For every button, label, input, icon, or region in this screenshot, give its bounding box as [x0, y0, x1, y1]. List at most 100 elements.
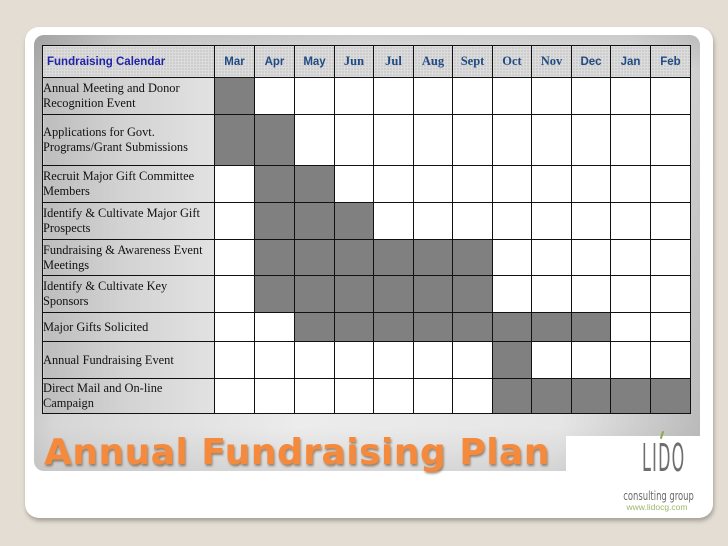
scheduled-cell — [254, 275, 295, 313]
empty-cell — [610, 312, 651, 342]
header-row: Fundraising Calendar Mar Apr May Jun Jul… — [42, 45, 691, 78]
empty-cell — [452, 378, 493, 414]
fundraising-calendar-table: Fundraising Calendar Mar Apr May Jun Jul… — [42, 45, 691, 414]
empty-cell — [294, 341, 335, 379]
empty-cell — [334, 77, 374, 115]
scheduled-cell — [492, 378, 532, 414]
empty-cell — [571, 202, 611, 240]
empty-cell — [650, 239, 691, 276]
month-header: Feb — [650, 45, 691, 78]
scheduled-cell — [452, 312, 493, 342]
scheduled-cell — [294, 275, 335, 313]
empty-cell — [610, 239, 651, 276]
scheduled-cell — [492, 312, 532, 342]
month-header: Mar — [214, 45, 255, 78]
scheduled-cell — [452, 239, 493, 276]
empty-cell — [650, 165, 691, 203]
empty-cell — [452, 202, 493, 240]
empty-cell — [214, 341, 255, 379]
logo-url: www.lidocg.com — [626, 502, 688, 512]
scheduled-cell — [531, 312, 572, 342]
month-header: Dec — [571, 45, 611, 78]
empty-cell — [334, 378, 374, 414]
empty-cell — [452, 77, 493, 115]
empty-cell — [610, 165, 651, 203]
month-header: Apr — [254, 45, 295, 78]
empty-cell — [373, 202, 414, 240]
scheduled-cell — [571, 378, 611, 414]
corner-header: Fundraising Calendar — [42, 45, 215, 78]
empty-cell — [452, 341, 493, 379]
scheduled-cell — [413, 239, 453, 276]
scheduled-cell — [413, 312, 453, 342]
scheduled-cell — [254, 239, 295, 276]
empty-cell — [452, 165, 493, 203]
empty-cell — [334, 165, 374, 203]
empty-cell — [254, 77, 295, 115]
scheduled-cell — [373, 275, 414, 313]
empty-cell — [492, 165, 532, 203]
empty-cell — [492, 202, 532, 240]
scheduled-cell — [214, 114, 255, 166]
month-header: Nov — [531, 45, 572, 78]
empty-cell — [214, 239, 255, 276]
empty-cell — [650, 275, 691, 313]
empty-cell — [610, 341, 651, 379]
calendar-row: Identify & Cultivate Major Gift Prospect… — [42, 202, 691, 240]
calendar-row: Direct Mail and On-line Campaign — [42, 378, 691, 414]
empty-cell — [254, 341, 295, 379]
task-label: Major Gifts Solicited — [42, 312, 215, 342]
month-header: Aug — [413, 45, 453, 78]
empty-cell — [214, 378, 255, 414]
empty-cell — [294, 378, 335, 414]
logo-tagline: consulting group — [623, 489, 694, 503]
task-label: Identify & Cultivate Major Gift Prospect… — [42, 202, 215, 240]
empty-cell — [214, 165, 255, 203]
scheduled-cell — [571, 312, 611, 342]
scheduled-cell — [294, 165, 335, 203]
empty-cell — [373, 114, 414, 166]
empty-cell — [531, 239, 572, 276]
calendar-row: Annual Fundraising Event — [42, 341, 691, 379]
scheduled-cell — [214, 77, 255, 115]
calendar-row: Annual Meeting and Donor Recognition Eve… — [42, 77, 691, 115]
task-label: Fundraising & Awareness Event Meetings — [42, 239, 215, 276]
scheduled-cell — [334, 312, 374, 342]
empty-cell — [571, 165, 611, 203]
scheduled-cell — [254, 202, 295, 240]
empty-cell — [334, 114, 374, 166]
calendar-row: Fundraising & Awareness Event Meetings — [42, 239, 691, 276]
empty-cell — [413, 341, 453, 379]
month-header: Jul — [373, 45, 414, 78]
task-label: Annual Fundraising Event — [42, 341, 215, 379]
scheduled-cell — [294, 312, 335, 342]
empty-cell — [531, 114, 572, 166]
empty-cell — [294, 114, 335, 166]
task-label: Applications for Govt. Programs/Grant Su… — [42, 114, 215, 166]
empty-cell — [413, 114, 453, 166]
empty-cell — [571, 114, 611, 166]
empty-cell — [334, 341, 374, 379]
task-label: Recruit Major Gift Committee Members — [42, 165, 215, 203]
empty-cell — [373, 165, 414, 203]
empty-cell — [214, 202, 255, 240]
empty-cell — [571, 239, 611, 276]
empty-cell — [531, 341, 572, 379]
empty-cell — [571, 275, 611, 313]
scheduled-cell — [334, 239, 374, 276]
empty-cell — [373, 378, 414, 414]
empty-cell — [531, 165, 572, 203]
empty-cell — [650, 202, 691, 240]
empty-cell — [492, 77, 532, 115]
empty-cell — [373, 77, 414, 115]
empty-cell — [610, 77, 651, 115]
empty-cell — [254, 378, 295, 414]
calendar-row: Applications for Govt. Programs/Grant Su… — [42, 114, 691, 166]
empty-cell — [294, 77, 335, 115]
scheduled-cell — [413, 275, 453, 313]
scheduled-cell — [254, 114, 295, 166]
calendar-body: Annual Meeting and Donor Recognition Eve… — [42, 77, 691, 414]
calendar-row: Major Gifts Solicited — [42, 312, 691, 342]
empty-cell — [492, 275, 532, 313]
scheduled-cell — [610, 378, 651, 414]
